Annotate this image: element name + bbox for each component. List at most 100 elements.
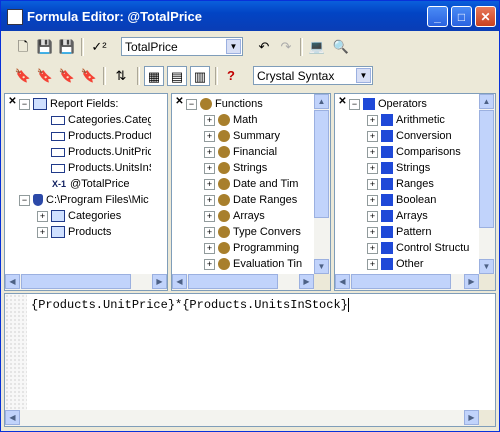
tree-node-report-fields[interactable]: − Report Fields: [19, 96, 118, 112]
vertical-scrollbar[interactable]: ▲ ▼ [314, 94, 330, 274]
tree-node-function-category[interactable]: + Programming [204, 240, 299, 256]
title-bar[interactable]: Formula Editor: @TotalPrice _ □ ✕ [1, 1, 499, 31]
tree-node-operator-category[interactable]: + Strings [367, 160, 430, 176]
scroll-left-icon[interactable]: ◀ [172, 274, 187, 289]
tree-node-field[interactable]: Categories.Catego [51, 112, 151, 128]
expander[interactable]: + [204, 242, 215, 254]
scrollbar-thumb[interactable] [479, 110, 494, 228]
expander[interactable]: − [19, 98, 30, 110]
tree-node-functions[interactable]: − Functions [186, 96, 263, 112]
scroll-left-icon[interactable]: ◀ [5, 410, 20, 425]
tree-node-function-category[interactable]: + Math [204, 112, 257, 128]
expander[interactable]: − [19, 194, 30, 206]
check-formula-icon[interactable]: ✓² [89, 37, 109, 57]
tree-node-operator-category[interactable]: + Conversion [367, 128, 452, 144]
save-as-icon[interactable]: 💾 [57, 37, 77, 57]
close-icon[interactable]: ✕ [174, 96, 185, 107]
expander[interactable]: + [204, 178, 215, 190]
find-icon[interactable]: 🔍 [331, 37, 351, 57]
scroll-up-icon[interactable]: ▲ [479, 94, 494, 109]
tree-node-operator-category[interactable]: + Other [367, 256, 424, 272]
scroll-up-icon[interactable]: ▲ [314, 94, 329, 109]
close-icon[interactable]: ✕ [7, 96, 18, 107]
formula-text-editor[interactable]: {Products.UnitPrice}*{Products.UnitsInSt… [4, 293, 496, 427]
tree-node-function-category[interactable]: + Date and Tim [204, 176, 298, 192]
expander[interactable]: + [367, 178, 378, 190]
expander[interactable]: + [204, 114, 215, 126]
tree-node-table[interactable]: + Categories [37, 208, 121, 224]
horizontal-scrollbar[interactable]: ◀ ▶ [335, 274, 479, 290]
horizontal-scrollbar[interactable]: ◀ ▶ [172, 274, 314, 290]
save-icon[interactable]: 💾 [35, 37, 55, 57]
expander[interactable]: + [367, 194, 378, 206]
expander[interactable]: + [367, 146, 378, 158]
tree-node-function-category[interactable]: + Summary [204, 128, 280, 144]
scrollbar-thumb[interactable] [351, 274, 451, 289]
toggle-functions-tree-icon[interactable]: ▤ [167, 66, 187, 86]
toggle-fields-tree-icon[interactable]: ▦ [144, 66, 164, 86]
tree-node-formula[interactable]: X-1 @TotalPrice [51, 176, 129, 192]
tree-node-function-category[interactable]: + Date Ranges [204, 192, 297, 208]
tree-node-field[interactable]: Products.Product [51, 128, 151, 144]
tree-node-operator-category[interactable]: + Arrays [367, 208, 428, 224]
expander[interactable]: + [367, 258, 378, 270]
clear-bookmarks-icon[interactable]: 🔖 [79, 66, 99, 86]
undo-icon[interactable]: ↶ [254, 37, 274, 57]
scroll-left-icon[interactable]: ◀ [335, 274, 350, 289]
tree-node-operator-category[interactable]: + Control Structu [367, 240, 469, 256]
expander[interactable]: + [367, 114, 378, 126]
tree-node-field[interactable]: Products.UnitPric [51, 144, 151, 160]
scroll-right-icon[interactable]: ▶ [152, 274, 167, 289]
syntax-combo[interactable]: Crystal Syntax ▼ [253, 66, 373, 85]
tree-node-field[interactable]: Products.UnitsInS [51, 160, 151, 176]
tree-node-operator-category[interactable]: + Ranges [367, 176, 434, 192]
toggle-operators-tree-icon[interactable]: ▥ [190, 66, 210, 86]
scroll-right-icon[interactable]: ▶ [464, 410, 479, 425]
scroll-down-icon[interactable]: ▼ [479, 259, 494, 274]
tree-node-function-category[interactable]: + Financial [204, 144, 277, 160]
tree-node-operator-category[interactable]: + Pattern [367, 224, 431, 240]
expander[interactable]: − [349, 98, 360, 110]
expander[interactable]: + [367, 162, 378, 174]
browse-data-icon[interactable]: 💻 [307, 37, 327, 57]
tree-node-function-category[interactable]: + Arrays [204, 208, 265, 224]
expander[interactable]: + [367, 130, 378, 142]
tree-node-table[interactable]: + Products [37, 224, 111, 240]
expander[interactable]: + [367, 210, 378, 222]
chevron-down-icon[interactable]: ▼ [356, 68, 371, 83]
maximize-button[interactable]: □ [451, 6, 472, 27]
scroll-left-icon[interactable]: ◀ [5, 274, 20, 289]
expander[interactable]: + [204, 194, 215, 206]
formula-text[interactable]: {Products.UnitPrice}*{Products.UnitsInSt… [31, 298, 349, 312]
next-bookmark-icon[interactable]: 🔖 [35, 66, 55, 86]
tree-node-operator-category[interactable]: + Boolean [367, 192, 436, 208]
expander[interactable]: − [186, 98, 197, 110]
expander[interactable]: + [367, 242, 378, 254]
scroll-right-icon[interactable]: ▶ [464, 274, 479, 289]
scrollbar-thumb[interactable] [21, 274, 131, 289]
expander[interactable]: + [204, 162, 215, 174]
expander[interactable]: + [204, 258, 215, 270]
expander[interactable]: + [204, 226, 215, 238]
new-icon[interactable]: 🗋 [13, 37, 33, 57]
expander[interactable]: + [204, 210, 215, 222]
scroll-down-icon[interactable]: ▼ [314, 259, 329, 274]
tree-node-operator-category[interactable]: + Comparisons [367, 144, 461, 160]
help-icon[interactable]: ? [221, 66, 241, 86]
scrollbar-thumb[interactable] [188, 274, 278, 289]
close-button[interactable]: ✕ [475, 6, 496, 27]
scroll-right-icon[interactable]: ▶ [299, 274, 314, 289]
horizontal-scrollbar[interactable]: ◀ ▶ [5, 410, 479, 426]
vertical-scrollbar[interactable]: ▲ ▼ [479, 94, 495, 274]
tree-node-operator-category[interactable]: + Arithmetic [367, 112, 445, 128]
expander[interactable]: + [367, 226, 378, 238]
resize-grip[interactable] [479, 410, 495, 426]
tree-node-function-category[interactable]: + Type Convers [204, 224, 301, 240]
expander[interactable]: + [204, 130, 215, 142]
expander[interactable]: + [37, 226, 48, 238]
redo-icon[interactable]: ↷ [276, 37, 296, 57]
formula-name-combo[interactable]: TotalPrice ▼ [121, 37, 243, 56]
previous-bookmark-icon[interactable]: 🔖 [57, 66, 77, 86]
close-icon[interactable]: ✕ [337, 96, 348, 107]
tree-node-database[interactable]: − C:\Program Files\Mic [19, 192, 149, 208]
